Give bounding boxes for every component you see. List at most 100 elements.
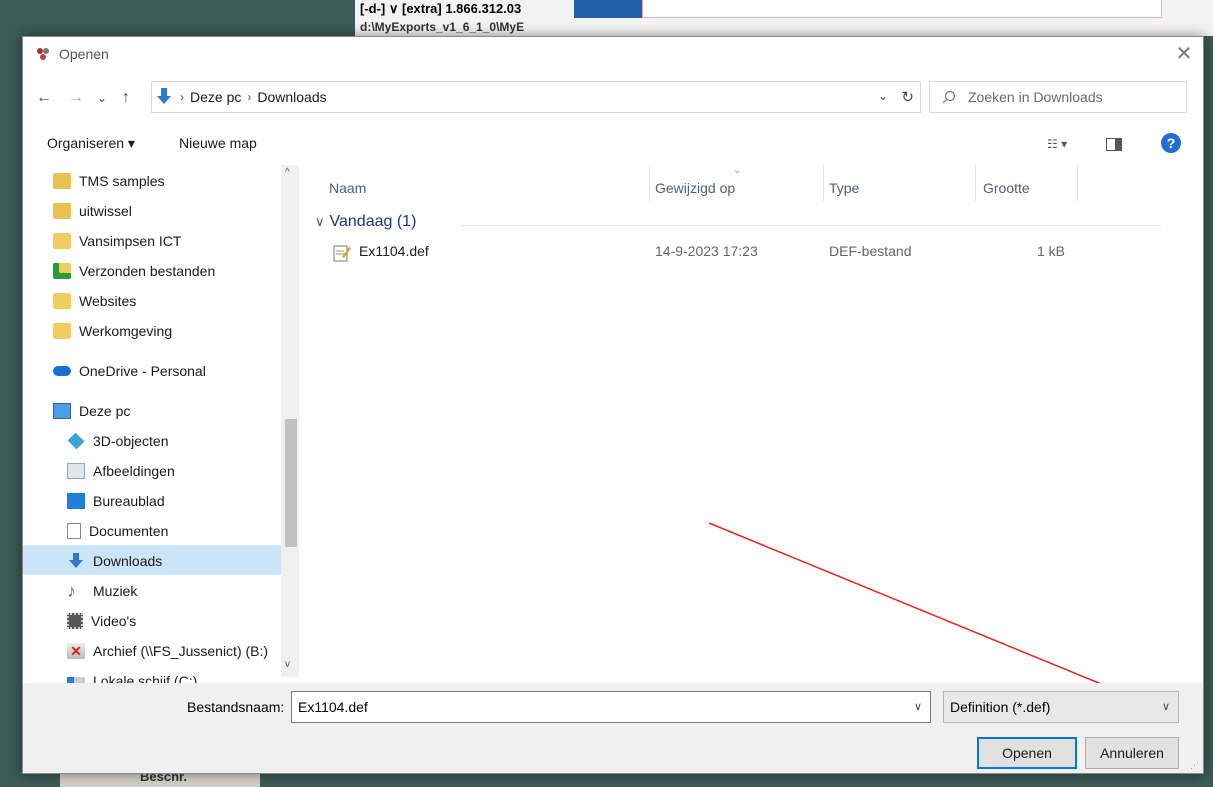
column-header-modified[interactable]: Gewijzigd op — [655, 173, 735, 203]
sidebar-item-muziek[interactable]: ♪ Muziek — [67, 577, 137, 605]
column-header-label: Type — [829, 180, 860, 196]
sidebar-item-deze-pc[interactable]: Deze pc — [53, 397, 130, 425]
file-type: DEF-bestand — [829, 243, 912, 259]
scroll-down-icon[interactable]: v — [285, 659, 290, 670]
file-type-filter[interactable]: Definition (*.def) ∨ — [943, 691, 1179, 723]
dialog-title: Openen — [59, 46, 109, 62]
search-input[interactable]: Zoeken in Downloads — [929, 81, 1187, 113]
scrollbar-thumb[interactable] — [285, 419, 297, 547]
sidebar-item-archief[interactable]: ✕ Archief (\\FS_Jussenict) (B:) — [67, 637, 268, 665]
pictures-icon — [67, 463, 85, 479]
chevron-down-icon[interactable]: ∨ — [914, 700, 922, 713]
shared-folder-icon — [53, 203, 71, 219]
network-drive-icon: ✕ — [67, 643, 85, 659]
desktop-icon — [67, 493, 85, 509]
breadcrumb-deze-pc[interactable]: Deze pc — [190, 89, 241, 105]
sidebar-item-3d-objecten[interactable]: 3D-objecten — [67, 427, 169, 455]
open-button[interactable]: Openen — [977, 737, 1077, 769]
sidebar-item-label: Vansimpsen ICT — [79, 233, 182, 249]
arrow-up-icon: ↑ — [122, 89, 130, 106]
sidebar-item-label: Archief (\\FS_Jussenict) (B:) — [93, 643, 269, 659]
organize-button[interactable]: Organiseren ▾ — [47, 135, 135, 152]
sidebar-item-documenten[interactable]: Documenten — [67, 517, 168, 545]
videos-icon — [67, 613, 83, 629]
background-blue-panel — [574, 0, 642, 18]
sidebar-item-label: uitwissel — [79, 203, 132, 219]
chevron-down-icon: ∨ — [315, 214, 325, 229]
column-header-label: Gewijzigd op — [655, 180, 736, 196]
search-icon — [942, 90, 956, 104]
chevron-down-icon[interactable]: ∨ — [1162, 700, 1170, 713]
sync-folder-icon — [53, 323, 71, 339]
cancel-button[interactable]: Annuleren — [1085, 737, 1179, 769]
background-pink-panel — [642, 0, 1162, 18]
address-dropdown-icon[interactable]: ⌄ — [878, 89, 888, 103]
sidebar-item-websites[interactable]: Websites — [53, 287, 136, 315]
sidebar-item-lokale-schijf[interactable]: Lokale schijf (C:) — [67, 667, 197, 683]
group-divider — [461, 225, 1161, 226]
breadcrumb-downloads[interactable]: Downloads — [257, 89, 326, 105]
view-options-icon[interactable]: ☷ ▾ — [1047, 137, 1067, 151]
help-icon[interactable]: ? — [1161, 133, 1181, 153]
filename-label: Bestandsnaam: — [187, 699, 285, 715]
sync-folder-icon — [53, 233, 71, 249]
download-arrow-icon — [157, 88, 171, 104]
scroll-up-icon[interactable]: ^ — [285, 167, 290, 178]
sidebar-item-label: Afbeeldingen — [93, 463, 175, 479]
sidebar-item-tms-samples[interactable]: TMS samples — [53, 167, 165, 195]
sidebar-scrollbar[interactable]: ^ v — [281, 165, 299, 677]
forward-button[interactable]: → — [65, 87, 87, 109]
sidebar-item-downloads[interactable]: Downloads — [67, 547, 162, 575]
help-glyph: ? — [1166, 135, 1176, 151]
sidebar-item-bureaublad[interactable]: Bureaublad — [67, 487, 165, 515]
arrow-right-icon: → — [68, 89, 84, 106]
sidebar-item-afbeeldingen[interactable]: Afbeeldingen — [67, 457, 175, 485]
sidebar-item-onedrive[interactable]: OneDrive - Personal — [53, 357, 206, 385]
recent-locations-button[interactable]: ⌄ — [91, 87, 113, 109]
sidebar-item-label: Bureaublad — [93, 493, 165, 509]
file-size: 1 kB — [1037, 243, 1066, 259]
column-header-label: Grootte — [983, 180, 1030, 196]
column-header-label: Naam — [329, 180, 367, 196]
column-divider — [975, 165, 976, 201]
column-header-name[interactable]: Naam — [329, 173, 366, 203]
command-toolbar: Organiseren ▾ Nieuwe map ☷ ▾ ? — [23, 129, 1203, 161]
sidebar-item-vansimpsen-ict[interactable]: Vansimpsen ICT — [53, 227, 181, 255]
open-file-dialog: Openen ✕ ← → ⌄ ↑ › Deze pc › Downloads ⌄… — [22, 36, 1204, 774]
filename-input[interactable]: Ex1104.def ∨ — [291, 691, 931, 723]
sidebar-item-label: Documenten — [89, 523, 169, 539]
sidebar-item-uitwissel[interactable]: uitwissel — [53, 197, 132, 225]
new-folder-button[interactable]: Nieuwe map — [179, 135, 257, 151]
downloads-icon — [69, 553, 83, 568]
close-button[interactable]: ✕ — [1169, 37, 1199, 69]
background-path-text: [-d-] ∨ [extra] 1.866.312.03 — [360, 1, 522, 16]
search-placeholder: Zoeken in Downloads — [968, 89, 1103, 105]
annotation-arrow — [708, 522, 1139, 700]
def-file-icon — [333, 245, 351, 262]
sidebar-item-label: OneDrive - Personal — [79, 363, 206, 379]
app-icon — [37, 48, 49, 60]
sidebar-item-label: Websites — [79, 293, 137, 309]
sidebar-item-label: TMS samples — [79, 173, 165, 189]
3d-objects-icon — [67, 432, 85, 450]
up-button[interactable]: ↑ — [115, 87, 137, 109]
sidebar-item-label: Muziek — [93, 583, 138, 599]
refresh-icon[interactable]: ↻ — [901, 88, 914, 106]
column-header-type[interactable]: Type — [829, 173, 859, 203]
sidebar-item-werkomgeving[interactable]: Werkomgeving — [53, 317, 172, 345]
back-button[interactable]: ← — [33, 87, 55, 109]
sidebar-item-label: Werkomgeving — [79, 323, 173, 339]
preview-pane-icon[interactable] — [1106, 138, 1122, 151]
column-header-size[interactable]: Grootte — [983, 173, 1030, 203]
sidebar-item-videos[interactable]: Video's — [67, 607, 136, 635]
pc-icon — [53, 403, 71, 419]
sidebar-item-verzonden-bestanden[interactable]: Verzonden bestanden — [53, 257, 215, 285]
onedrive-icon — [53, 366, 71, 376]
group-header-today[interactable]: ∨ Vandaag (1) — [315, 213, 416, 231]
documents-icon — [67, 523, 81, 539]
shared-folder-icon — [53, 173, 71, 189]
address-bar[interactable]: › Deze pc › Downloads ⌄ ↻ — [151, 81, 921, 113]
resize-grip-icon[interactable]: ⋰ — [1190, 760, 1199, 771]
sync-folder-icon — [53, 293, 71, 309]
file-name[interactable]: Ex1104.def — [359, 243, 429, 259]
